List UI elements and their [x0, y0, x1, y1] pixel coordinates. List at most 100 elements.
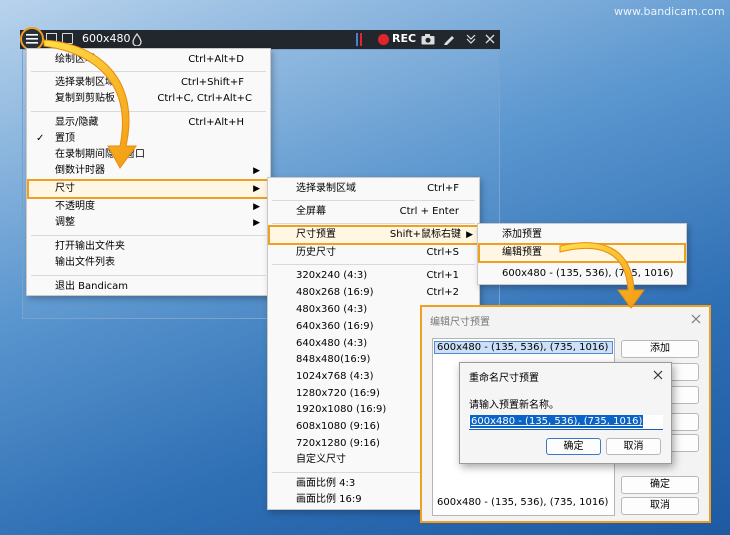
menu-item-shortcut: Ctrl+F	[427, 183, 459, 194]
drop-icon[interactable]	[132, 33, 142, 46]
menu-item-countdown[interactable]: 倒数计时器 ▶	[27, 163, 270, 179]
menu-item-label: 848x480(16:9)	[296, 354, 371, 365]
menu-item-label: 显示/隐藏	[55, 117, 99, 128]
ok-button[interactable]: 确定	[546, 438, 601, 455]
pencil-icon[interactable]	[443, 33, 455, 45]
menu-separator	[31, 71, 266, 72]
bandicam-toolbar: 600x480 REC	[20, 27, 500, 51]
menu-item-shortcut: Ctrl+Alt+D	[188, 54, 244, 65]
preset-name-input[interactable]: 600x480 - (135, 536), (735, 1016)	[469, 415, 663, 430]
menu-item-label: 历史尺寸	[296, 247, 336, 258]
check-icon: ✓	[36, 133, 45, 144]
menu-item-show-hide[interactable]: 显示/隐藏 Ctrl+Alt+H	[27, 115, 270, 131]
menu-item-open-output-folder[interactable]: 打开输出文件夹	[27, 239, 270, 255]
menu-item-label: 480x268 (16:9)	[296, 287, 374, 298]
size-item-history[interactable]: 历史尺寸 Ctrl+S	[268, 245, 479, 261]
dialog-title: 编辑尺寸预置	[430, 317, 490, 328]
menu-item-label: 在录制期间隐藏窗口	[55, 149, 145, 160]
cancel-button[interactable]: 取消	[621, 497, 699, 515]
camera-icon[interactable]	[421, 34, 435, 45]
menu-item-label: 1280x720 (16:9)	[296, 388, 380, 399]
size-item-fullscreen[interactable]: 全屏幕 Ctrl + Enter	[268, 204, 479, 220]
menu-item-label: 全屏幕	[296, 206, 326, 217]
menu-item-size[interactable]: 尺寸 ▶	[27, 179, 270, 199]
menu-item-label: 480x360 (4:3)	[296, 304, 368, 315]
record-dot-icon[interactable]	[378, 34, 389, 45]
chevron-right-icon: ▶	[253, 202, 260, 212]
close-icon[interactable]	[485, 34, 495, 44]
list-item[interactable]: 600x480 - (135, 536), (735, 1016)	[434, 341, 613, 354]
size-label: 600x480	[82, 32, 131, 45]
size-item-320x240[interactable]: 320x240 (4:3) Ctrl+1	[268, 268, 479, 284]
menu-item-label: 画面比例 16:9	[296, 494, 362, 505]
menu-item-label: 绘制区域	[55, 54, 95, 65]
close-icon[interactable]	[691, 314, 701, 324]
ok-button[interactable]: 确定	[621, 476, 699, 494]
chevron-right-icon: ▶	[253, 218, 260, 228]
menu-icon	[26, 34, 38, 44]
list-item-label: 600x480 - (135, 536), (735, 1016)	[437, 342, 609, 353]
menu-item-adjust[interactable]: 调整 ▶	[27, 215, 270, 231]
rename-preset-dialog: 重命名尺寸预置 请输入预置新名称。 600x480 - (135, 536), …	[459, 362, 672, 464]
bottom-value-field[interactable]: 600x480 - (135, 536), (735, 1016)	[435, 495, 611, 513]
add-button[interactable]: 添加	[621, 340, 699, 358]
menu-item-label: 尺寸预置	[296, 229, 336, 240]
menu-item-label: 1920x1080 (16:9)	[296, 404, 387, 415]
menu-item-label: 1024x768 (4:3)	[296, 371, 374, 382]
close-icon[interactable]	[653, 370, 663, 380]
main-menu: 绘制区域 Ctrl+Alt+D 选择录制区域 Ctrl+Shift+F 复制到剪…	[26, 48, 271, 296]
menu-item-label: 640x360 (16:9)	[296, 321, 374, 332]
preset-item-600x480[interactable]: 600x480 - (135, 536), (735, 1016)	[478, 266, 686, 282]
menu-separator	[31, 111, 266, 112]
menu-item-label: 不透明度	[55, 201, 95, 212]
size-item-select-area[interactable]: 选择录制区域 Ctrl+F	[268, 181, 479, 197]
pause-icon[interactable]	[356, 33, 362, 46]
menu-item-hide-while-recording[interactable]: 在录制期间隐藏窗口	[27, 147, 270, 163]
menu-separator	[31, 275, 266, 276]
menu-item-exit[interactable]: 退出 Bandicam	[27, 279, 270, 295]
preset-name-value: 600x480 - (135, 536), (735, 1016)	[470, 415, 644, 428]
menu-item-label: 打开输出文件夹	[55, 241, 125, 252]
menu-item-shortcut: Ctrl+1	[426, 270, 459, 281]
menu-separator	[272, 200, 475, 201]
bottom-value-text: 600x480 - (135, 536), (735, 1016)	[437, 497, 609, 508]
menu-item-label: 退出 Bandicam	[55, 281, 128, 292]
menu-item-label: 复制到剪贴板	[55, 93, 115, 104]
window-icon[interactable]	[62, 33, 73, 44]
preset-submenu: 添加预置 编辑预置 600x480 - (135, 536), (735, 10…	[477, 223, 687, 285]
menu-item-opacity[interactable]: 不透明度 ▶	[27, 199, 270, 215]
menu-item-label: 720x1280 (9:16)	[296, 438, 380, 449]
collapse-icon[interactable]	[466, 34, 476, 44]
menu-item-label: 选择录制区域	[296, 183, 356, 194]
rec-button[interactable]: REC	[392, 32, 416, 45]
menu-item-label: 调整	[55, 217, 75, 228]
rect-icon[interactable]	[46, 33, 57, 44]
menu-item-label: 输出文件列表	[55, 257, 115, 268]
menu-item-label: 画面比例 4:3	[296, 478, 356, 489]
menu-item-label: 添加预置	[502, 229, 542, 240]
menu-item-draw-area[interactable]: 绘制区域 Ctrl+Alt+D	[27, 52, 270, 68]
menu-item-shortcut: Ctrl+2	[426, 287, 459, 298]
menu-item-label: 尺寸	[55, 183, 75, 194]
menu-item-label: 608x1080 (9:16)	[296, 421, 380, 432]
preset-item-edit[interactable]: 编辑预置	[478, 243, 686, 263]
menu-item-shortcut: Ctrl + Enter	[399, 206, 459, 217]
menu-item-label: 600x480 - (135, 536), (735, 1016)	[502, 268, 674, 279]
menu-item-label: 640x480 (4:3)	[296, 338, 368, 349]
menu-item-label: 320x240 (4:3)	[296, 270, 368, 281]
menu-item-copy-clipboard[interactable]: 复制到剪贴板 Ctrl+C, Ctrl+Alt+C	[27, 91, 270, 107]
menu-item-output-file-list[interactable]: 输出文件列表	[27, 255, 270, 271]
menu-item-label: 置顶	[55, 133, 75, 144]
chevron-right-icon: ▶	[253, 166, 260, 176]
cancel-button[interactable]: 取消	[606, 438, 661, 455]
menu-item-topmost[interactable]: ✓ 置顶	[27, 131, 270, 147]
rename-prompt: 请输入预置新名称。	[469, 400, 559, 411]
menu-separator	[272, 264, 475, 265]
menu-item-label: 选择录制区域	[55, 77, 115, 88]
menu-separator	[31, 235, 266, 236]
size-item-presets[interactable]: 尺寸预置 Shift+鼠标右键 ▶	[268, 225, 479, 245]
size-item-480x268[interactable]: 480x268 (16:9) Ctrl+2	[268, 285, 479, 301]
menu-item-select-area[interactable]: 选择录制区域 Ctrl+Shift+F	[27, 75, 270, 91]
menu-separator	[272, 223, 475, 224]
preset-item-add[interactable]: 添加预置	[478, 227, 686, 243]
